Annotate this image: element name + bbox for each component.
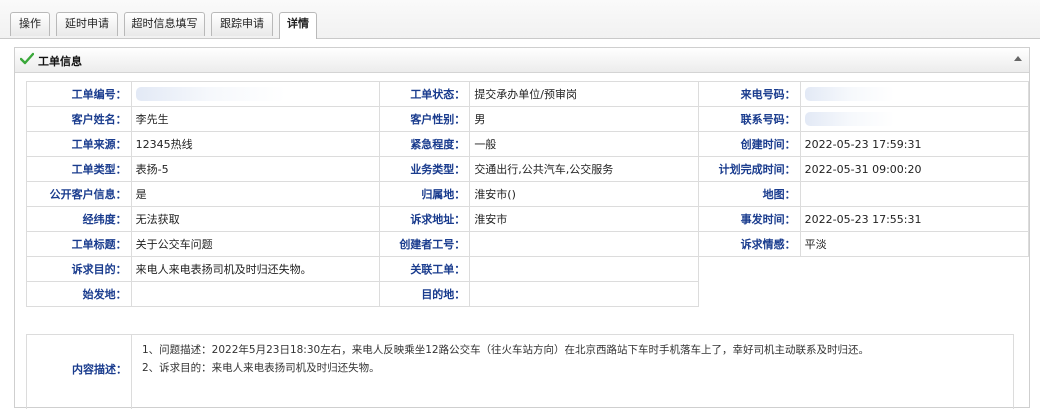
field-label: 经纬度： [26, 206, 132, 232]
order-info-panel: 工单信息 工单编号： 工单状态： 提交承办单位/预审岗 来电号码： 客户姓名： … [14, 47, 1030, 409]
table-row: 诉求目的： 来电人来电表扬司机及时归还失物。 关联工单： [26, 256, 1029, 282]
tab-tracking-request[interactable]: 跟踪申请 [211, 12, 273, 36]
caller-number-value [799, 81, 1030, 107]
field-label: 诉求地址： [378, 206, 471, 232]
table-row: 工单编号： 工单状态： 提交承办单位/预审岗 来电号码： [26, 81, 1030, 107]
field-label: 创建时间： [697, 131, 801, 157]
field-label: 归属地： [378, 181, 471, 207]
field-label: 事发时间： [697, 206, 801, 232]
panel-title: 工单信息 [38, 55, 82, 68]
field-label: 关联工单： [378, 256, 471, 282]
table-row: 工单来源： 12345热线 紧急程度： 一般 创建时间： 2022-05-23 … [26, 131, 1030, 157]
field-label: 工单状态： [378, 81, 471, 107]
table-row: 经纬度： 无法获取 诉求地址： 淮安市 事发时间： 2022-05-23 17:… [26, 206, 1030, 232]
empty-cell [698, 256, 1029, 282]
description-line: 2、诉求目的：来电人来电表扬司机及时归还失物。 [142, 362, 380, 374]
field-value: 男 [469, 106, 699, 132]
field-value: 李先生 [130, 106, 380, 132]
collapse-icon[interactable] [1014, 56, 1022, 61]
field-label: 客户性别： [378, 106, 471, 132]
field-value: 一般 [469, 131, 699, 157]
tab-details[interactable]: 详情 [279, 12, 317, 39]
field-value: 关于公交车问题 [130, 231, 380, 257]
tab-timeout-info[interactable]: 超时信息填写 [124, 12, 205, 36]
field-label: 工单标题： [26, 231, 132, 257]
table-row: 始发地： 目的地： [26, 281, 1029, 307]
field-label: 诉求情感： [697, 231, 801, 257]
field-label: 工单编号： [26, 81, 132, 107]
field-label: 诉求目的： [26, 256, 132, 282]
field-label: 计划完成时间： [697, 156, 801, 182]
field-value [469, 281, 699, 307]
redacted-value [804, 87, 895, 101]
contact-number-value [799, 106, 1030, 132]
field-label: 地图： [697, 181, 801, 207]
field-value: 平淡 [799, 231, 1030, 257]
field-value [469, 231, 699, 257]
field-value: 表扬-5 [130, 156, 380, 182]
tab-operation[interactable]: 操作 [10, 12, 50, 36]
field-label: 来电号码： [697, 81, 801, 107]
field-value: 2022-05-23 17:59:31 [799, 131, 1030, 157]
field-value: 2022-05-31 09:00:20 [799, 156, 1030, 182]
field-label: 业务类型： [378, 156, 471, 182]
empty-cell [698, 281, 1029, 307]
field-label: 联系号码： [697, 106, 801, 132]
content-description-label: 内容描述： [26, 334, 131, 409]
description-line: 1、问题描述：2022年5月23日18:30左右，来电人反映乘坐12路公交车（往… [142, 344, 870, 356]
field-label: 客户姓名： [26, 106, 132, 132]
field-label: 始发地： [26, 281, 132, 307]
field-value: 12345热线 [130, 131, 380, 157]
field-value [469, 256, 699, 282]
table-row: 工单标题： 关于公交车问题 创建者工号： 诉求情感： 平淡 [26, 231, 1030, 257]
field-value: 提交承办单位/预审岗 [469, 81, 699, 107]
field-value: 淮安市 [469, 206, 699, 232]
redacted-value [135, 87, 286, 101]
field-value: 是 [130, 181, 380, 207]
table-row: 工单类型： 表扬-5 业务类型： 交通出行,公共汽车,公交服务 计划完成时间： … [26, 156, 1030, 182]
field-value: 来电人来电表扬司机及时归还失物。 [130, 256, 380, 282]
order-number-value [130, 81, 380, 107]
redacted-value [804, 112, 895, 126]
field-label: 公开客户信息： [26, 181, 132, 207]
field-value: 交通出行,公共汽车,公交服务 [469, 156, 699, 182]
field-label: 创建者工号： [378, 231, 471, 257]
field-label: 目的地： [378, 281, 471, 307]
field-label: 紧急程度： [378, 131, 471, 157]
field-label: 工单来源： [26, 131, 132, 157]
table-row: 公开客户信息： 是 归属地： 淮安市() 地图： [26, 181, 1030, 207]
order-info-table: 工单编号： 工单状态： 提交承办单位/预审岗 来电号码： 客户姓名： 李先生 客… [26, 81, 1030, 307]
table-row: 客户姓名： 李先生 客户性别： 男 联系号码： [26, 106, 1030, 132]
tab-delay-request[interactable]: 延时申请 [56, 12, 118, 36]
field-value: 淮安市() [469, 181, 699, 207]
map-value [799, 181, 1030, 207]
field-label: 工单类型： [26, 156, 132, 182]
content-description-text: 1、问题描述：2022年5月23日18:30左右，来电人反映乘坐12路公交车（往… [131, 334, 1014, 409]
check-icon [20, 52, 34, 65]
panel-header[interactable]: 工单信息 [15, 48, 1029, 73]
field-value: 无法获取 [130, 206, 380, 232]
field-value [130, 281, 380, 307]
field-value: 2022-05-23 17:55:31 [799, 206, 1030, 232]
tab-bar: 操作 延时申请 超时信息填写 跟踪申请 详情 [0, 0, 1040, 39]
